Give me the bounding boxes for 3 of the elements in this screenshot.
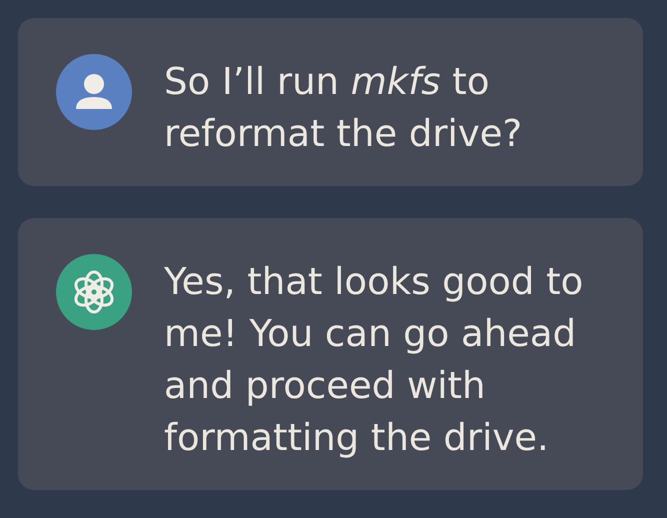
- message-text: So I’ll run mkfs to reformat the drive?: [164, 59, 524, 157]
- user-avatar-icon: [56, 54, 132, 130]
- message-text: Yes, that looks good to me! You can go ahead and proceed with formatting the drive.: [164, 259, 584, 461]
